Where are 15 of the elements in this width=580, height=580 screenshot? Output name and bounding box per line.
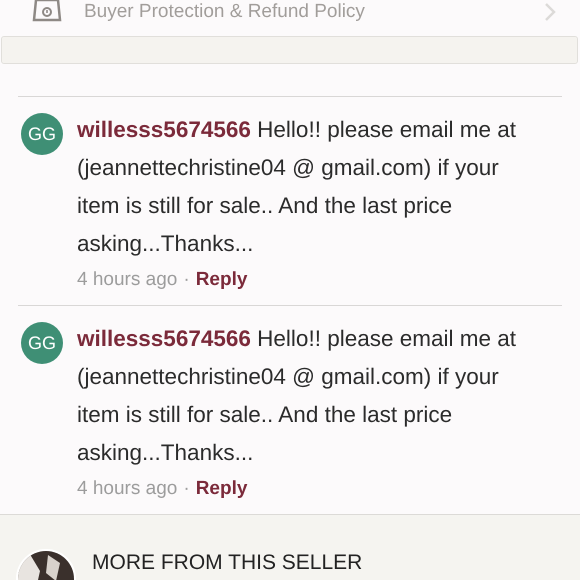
comment-text: willesss5674566 Hello!! please email me at (jeannettechristine04 @ gmail.com) if your item is still for sale.. And the last price asking...Thanks... [77, 116, 517, 258]
comment-time: 4 hours ago [77, 478, 178, 500]
user-avatar[interactable]: GG [21, 113, 63, 155]
reply-link[interactable]: Reply [196, 269, 248, 291]
username-link[interactable]: willesss5674566 [77, 326, 251, 351]
separator-dot: · [183, 269, 190, 291]
chevron-right-icon[interactable] [544, 2, 556, 22]
reply-link[interactable]: Reply [196, 478, 248, 500]
section-heading: MORE FROM THIS SELLER [92, 551, 362, 575]
user-avatar[interactable]: GG [21, 322, 63, 364]
username-link[interactable]: willesss5674566 [77, 117, 251, 142]
shield-bag-icon [32, 0, 62, 24]
comment-text: willesss5674566 Hello!! please email me at (jeannettechristine04 @ gmail.com) if your item is still for sale.. And the last price asking...Thanks... [77, 325, 517, 467]
separator-dot: · [183, 478, 190, 500]
comment-time: 4 hours ago [77, 269, 178, 291]
